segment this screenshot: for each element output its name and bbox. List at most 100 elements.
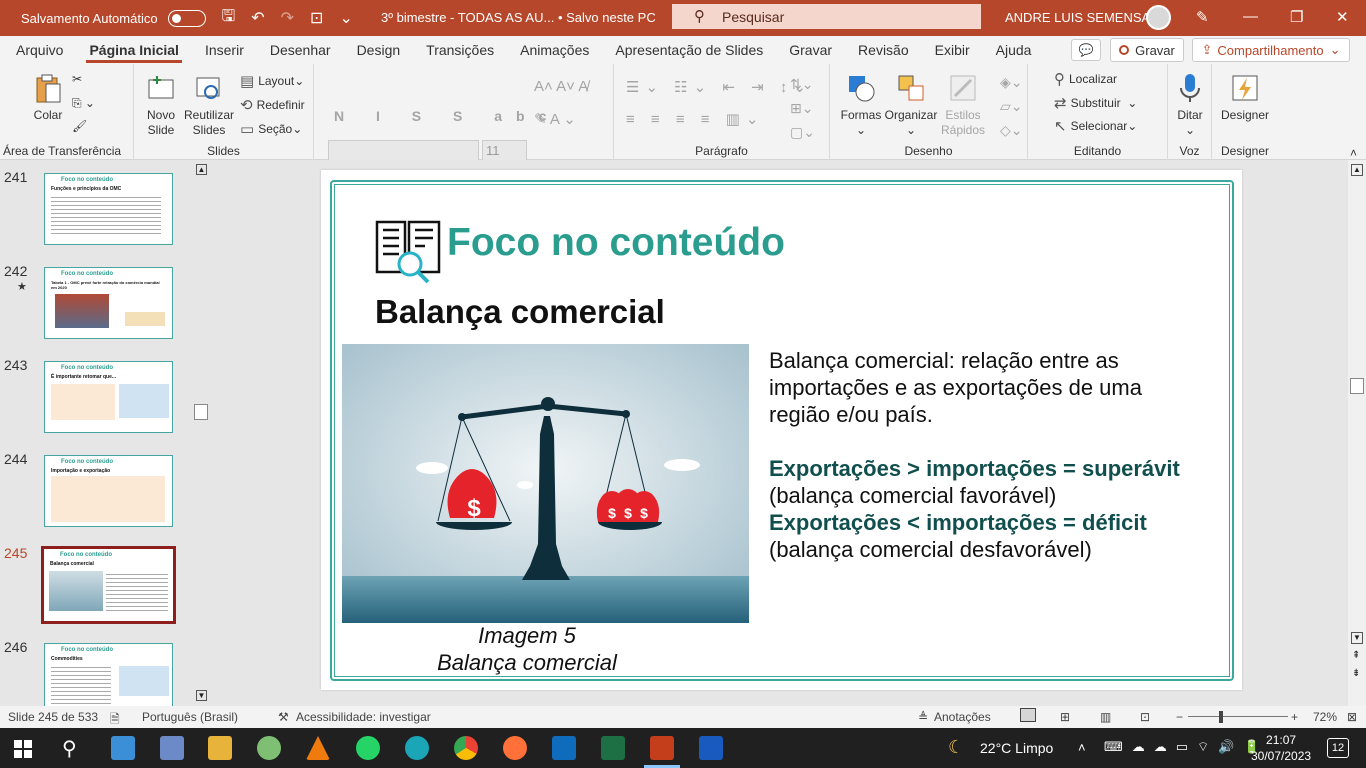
- select-button[interactable]: ↖ Selecionar ⌄: [1054, 117, 1137, 135]
- thumbnail-slide-246[interactable]: Foco no conteúdo Commodities: [44, 643, 173, 706]
- tab-pagina-inicial[interactable]: Página Inicial: [86, 38, 182, 63]
- file-explorer-icon[interactable]: [208, 736, 232, 760]
- vlc-app-icon[interactable]: [306, 736, 330, 760]
- powerpoint-app-icon[interactable]: [650, 736, 674, 760]
- pen-icon[interactable]: ✎: [1196, 8, 1209, 26]
- designer-button[interactable]: Designer: [1218, 72, 1272, 123]
- tab-animacoes[interactable]: Animações: [517, 38, 592, 62]
- slide-title[interactable]: Foco no conteúdo: [447, 221, 785, 265]
- excel-app-icon[interactable]: [601, 736, 625, 760]
- font-grow-icon[interactable]: A˄ A˅ A̸: [534, 78, 588, 95]
- slide-subtitle[interactable]: Balança comercial: [375, 293, 665, 331]
- system-tray-icons[interactable]: ⌨☁☁▭⌔🔊🔋: [1104, 739, 1269, 755]
- tab-transicoes[interactable]: Transições: [423, 38, 497, 62]
- firefox-app-icon[interactable]: [503, 736, 527, 760]
- font-size-input[interactable]: 11: [482, 140, 527, 162]
- align-buttons[interactable]: ≡ ≡ ≡ ≡ ▥⌄: [626, 110, 764, 128]
- replace-button[interactable]: ⇄ Substituir ⌄: [1054, 94, 1137, 112]
- scroll-up-icon[interactable]: ▲: [196, 164, 207, 175]
- cut-icon[interactable]: ✂: [72, 72, 82, 86]
- avatar[interactable]: [1146, 5, 1171, 30]
- search-icon[interactable]: ⚲: [62, 736, 77, 761]
- scroll-down-icon[interactable]: ▼: [1351, 632, 1363, 644]
- thumbnail-slide-244[interactable]: Foco no conteúdo Importação e exportação: [44, 455, 173, 527]
- tab-gravar[interactable]: Gravar: [786, 38, 835, 62]
- minimize-icon[interactable]: —: [1243, 8, 1258, 25]
- whatsapp-app-icon[interactable]: [356, 736, 380, 760]
- widgets-app-icon[interactable]: [111, 736, 135, 760]
- search-box[interactable]: ⚲ Pesquisar: [672, 4, 981, 29]
- record-button[interactable]: Gravar: [1110, 38, 1184, 62]
- reuse-slides-button[interactable]: Reutilizar Slides: [184, 72, 234, 138]
- scroll-up-icon[interactable]: ▲: [1351, 164, 1363, 176]
- tab-exibir[interactable]: Exibir: [932, 38, 973, 62]
- format-painter-icon[interactable]: 🖌: [72, 119, 87, 133]
- undo-icon[interactable]: ↶: [251, 8, 264, 28]
- find-button[interactable]: ⚲ Localizar: [1054, 70, 1117, 88]
- reset-button[interactable]: ⟲ Redefinir: [240, 96, 305, 114]
- tab-apresentacao[interactable]: Apresentação de Slides: [612, 38, 766, 62]
- zoom-out-icon[interactable]: −: [1176, 710, 1183, 724]
- notifications-badge[interactable]: 12: [1327, 738, 1349, 758]
- section-button[interactable]: ▭ Seção ⌄: [240, 120, 302, 138]
- outlook-app-icon[interactable]: [552, 736, 576, 760]
- present-icon[interactable]: ⊡: [310, 8, 323, 28]
- weather-status[interactable]: 22°C Limpo: [980, 740, 1053, 756]
- fit-slide-icon[interactable]: ⊠: [1347, 710, 1357, 724]
- quick-access-more-icon[interactable]: ⌄: [339, 8, 352, 28]
- teams-app-icon[interactable]: [160, 736, 184, 760]
- reading-view-icon[interactable]: ▥: [1100, 710, 1111, 724]
- font-format-buttons[interactable]: N I S S abc: [334, 108, 560, 124]
- dictate-button[interactable]: Ditar ⌄: [1170, 72, 1210, 138]
- image-caption[interactable]: Imagem 5 Balança comercial: [342, 622, 712, 676]
- language-status[interactable]: Português (Brasil): [142, 710, 238, 724]
- chrome-app-icon[interactable]: [454, 736, 478, 760]
- zoom-level[interactable]: 72%: [1313, 710, 1337, 724]
- user-name[interactable]: ANDRE LUIS SEMENSATO: [1005, 10, 1167, 25]
- restore-icon[interactable]: ❐: [1290, 8, 1303, 26]
- thumbnail-slide-245[interactable]: Foco no conteúdo Balança comercial: [41, 546, 176, 624]
- redo-icon[interactable]: ↷: [281, 8, 294, 28]
- next-slide-icon[interactable]: ⇟: [1352, 668, 1360, 679]
- zoom-slider[interactable]: [1188, 716, 1288, 717]
- word-app-icon[interactable]: [699, 736, 723, 760]
- windows-start-icon[interactable]: [14, 740, 32, 758]
- share-button[interactable]: ⇪ Compartilhamento ⌄: [1192, 38, 1350, 62]
- quick-styles-button[interactable]: Estilos Rápidos: [938, 72, 988, 138]
- edge-app-icon[interactable]: [405, 736, 429, 760]
- paste-button[interactable]: Colar: [28, 72, 68, 123]
- tab-arquivo[interactable]: Arquivo: [13, 38, 66, 62]
- normal-view-icon[interactable]: [1020, 708, 1036, 722]
- list-buttons[interactable]: ☰⌄ ☷⌄ ⇤ ⇥ ↕⌄: [626, 78, 812, 96]
- thumbnail-scrollbar[interactable]: ▲ ▼: [193, 160, 210, 706]
- close-icon[interactable]: ✕: [1336, 8, 1349, 26]
- document-title[interactable]: 3º bimestre - TODAS AS AU... • Salvo nes…: [381, 10, 656, 25]
- notes-button[interactable]: Anotações: [934, 710, 991, 724]
- shapes-button[interactable]: Formas ⌄: [840, 72, 882, 138]
- tab-revisao[interactable]: Revisão: [855, 38, 912, 62]
- collapse-ribbon-icon[interactable]: ˄: [1350, 146, 1357, 160]
- paint-app-icon[interactable]: [257, 736, 281, 760]
- thumbnail-slide-243[interactable]: Foco no conteúdo É importante retomar qu…: [44, 361, 173, 433]
- font-name-input[interactable]: [328, 140, 479, 162]
- scroll-thumb[interactable]: [1350, 378, 1364, 394]
- tab-inserir[interactable]: Inserir: [202, 38, 247, 62]
- slide-scrollbar[interactable]: ▲ ▼ ⇞ ⇟: [1348, 160, 1366, 706]
- font-color-icon[interactable]: ✎ A ⌄: [534, 110, 576, 128]
- layout-button[interactable]: ▤ Layout ⌄: [240, 72, 304, 90]
- show-hidden-icons-icon[interactable]: ˄: [1078, 740, 1086, 755]
- save-icon[interactable]: 🖫: [222, 5, 236, 32]
- slide-sorter-icon[interactable]: ⊞: [1060, 710, 1070, 724]
- tab-ajuda[interactable]: Ajuda: [993, 38, 1035, 62]
- slide-body-text[interactable]: Balança comercial: relação entre as impo…: [769, 347, 1209, 563]
- zoom-slider-thumb[interactable]: [1219, 711, 1223, 723]
- arrange-button[interactable]: Organizar ⌄: [884, 72, 938, 138]
- thumbnail-slide-242[interactable]: Foco no conteúdo Tabela 1 - OMC prevê fo…: [44, 267, 173, 339]
- tab-desenhar[interactable]: Desenhar: [267, 38, 334, 62]
- text-direction-buttons[interactable]: ⇅⌄ ⊞⌄ ▢⌄: [790, 72, 815, 144]
- slideshow-icon[interactable]: ⊡: [1140, 710, 1150, 724]
- thumbnail-slide-241[interactable]: Foco no conteúdo Funções e princípios da…: [44, 173, 173, 245]
- scroll-down-icon[interactable]: ▼: [196, 690, 207, 701]
- tab-design[interactable]: Design: [354, 38, 404, 62]
- balance-scale-image[interactable]: $ $ $ $: [342, 344, 749, 623]
